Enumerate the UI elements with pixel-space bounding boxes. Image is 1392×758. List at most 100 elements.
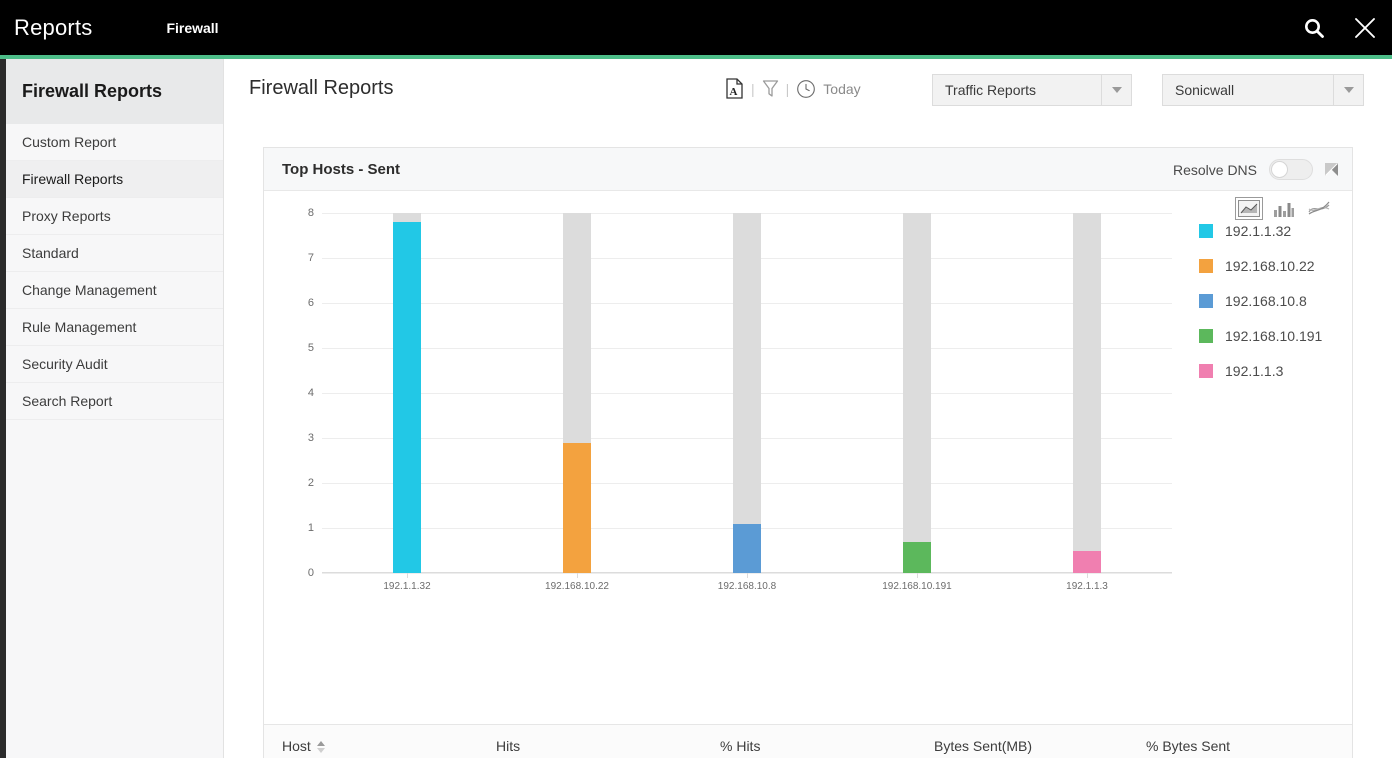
report-card: Top Hosts - Sent Resolve DNS (263, 147, 1353, 758)
close-icon[interactable] (1352, 15, 1378, 41)
report-type-value: Traffic Reports (933, 75, 1101, 105)
legend-label: 192.1.1.3 (1225, 363, 1283, 379)
x-axis-tick-label: 192.168.10.22 (507, 581, 647, 592)
x-axis-tickmark (747, 573, 748, 578)
toggle-knob (1271, 161, 1288, 178)
legend-swatch (1199, 294, 1213, 308)
legend-swatch (1199, 259, 1213, 273)
sidebar-item-firewall-reports[interactable]: Firewall Reports (6, 161, 223, 198)
chart-bar[interactable] (393, 213, 421, 573)
expand-icon[interactable] (1325, 163, 1338, 176)
top-bar: Reports Firewall (0, 0, 1392, 55)
column-label: Bytes Sent(MB) (934, 738, 1032, 754)
resolve-dns-label: Resolve DNS (1173, 162, 1257, 178)
column-label: % Hits (720, 738, 760, 754)
x-axis-tick-label: 192.1.1.32 (337, 581, 477, 592)
legend-label: 192.1.1.32 (1225, 223, 1291, 239)
sidebar-item-rule-management[interactable]: Rule Management (6, 309, 223, 346)
column-header-pct-hits[interactable]: % Hits (702, 725, 916, 758)
sidebar: Firewall Reports Custom Report Firewall … (6, 59, 224, 758)
x-axis-tick-label: 192.168.10.8 (677, 581, 817, 592)
report-card-title: Top Hosts - Sent (282, 161, 400, 178)
y-axis-tick-label: 4 (284, 387, 314, 399)
y-axis-tick-label: 1 (284, 522, 314, 534)
report-card-controls: Resolve DNS (1173, 148, 1338, 191)
x-axis-tick-label: 192.168.10.191 (847, 581, 987, 592)
sidebar-item-label: Custom Report (22, 134, 116, 150)
sidebar-item-label: Change Management (22, 282, 157, 298)
sidebar-item-label: Firewall Reports (22, 171, 123, 187)
chart-legend: 192.1.1.32 192.168.10.22 192.168.10.8 192.1… (1199, 213, 1392, 388)
legend-item[interactable]: 192.1.1.3 (1199, 353, 1392, 388)
search-icon[interactable] (1302, 16, 1326, 40)
chart-bar[interactable] (563, 213, 591, 573)
chart-bar[interactable] (903, 213, 931, 573)
column-header-pct-bytes-sent[interactable]: % Bytes Sent (1128, 725, 1352, 758)
column-header-host[interactable]: Host (264, 725, 478, 758)
legend-item[interactable]: 192.168.10.8 (1199, 283, 1392, 318)
data-table-wrap: Host Hits % Hits Bytes Sent(MB) % Bytes … (264, 724, 1352, 758)
sidebar-item-label: Rule Management (22, 319, 136, 335)
sidebar-item-custom-report[interactable]: Custom Report (6, 124, 223, 161)
chart-bar[interactable] (1073, 213, 1101, 573)
pdf-export-icon[interactable]: A (725, 78, 744, 99)
sidebar-item-proxy-reports[interactable]: Proxy Reports (6, 198, 223, 235)
device-value: Sonicwall (1163, 75, 1333, 105)
sidebar-item-search-report[interactable]: Search Report (6, 383, 223, 420)
chevron-down-icon (1101, 75, 1131, 105)
sidebar-header: Firewall Reports (6, 59, 223, 124)
chart-bar-track (733, 213, 761, 573)
page-header: Firewall Reports A | | (225, 59, 1392, 118)
toolbar-separator: | (751, 81, 755, 97)
legend-item[interactable]: 192.1.1.32 (1199, 213, 1392, 248)
legend-swatch (1199, 224, 1213, 238)
column-label: Hits (496, 738, 520, 754)
column-label: Host (282, 738, 311, 754)
column-header-hits[interactable]: Hits (478, 725, 702, 758)
sidebar-item-label: Standard (22, 245, 79, 261)
main-content: Firewall Reports A | | (225, 59, 1392, 758)
legend-label: 192.168.10.8 (1225, 293, 1307, 309)
module-tab-firewall[interactable]: Firewall (166, 20, 218, 36)
sidebar-item-label: Proxy Reports (22, 208, 111, 224)
sidebar-item-standard[interactable]: Standard (6, 235, 223, 272)
resolve-dns-toggle[interactable] (1269, 159, 1313, 180)
x-axis-tickmark (1087, 573, 1088, 578)
legend-label: 192.168.10.22 (1225, 258, 1315, 274)
device-dropdown[interactable]: Sonicwall (1162, 74, 1364, 106)
sidebar-item-label: Security Audit (22, 356, 108, 372)
plot-area: 012345678192.1.1.32192.168.10.22192.168.… (322, 213, 1172, 573)
clock-icon[interactable] (796, 79, 816, 99)
y-axis-tick-label: 5 (284, 342, 314, 354)
x-axis-tickmark (917, 573, 918, 578)
chart-bar-track (903, 213, 931, 573)
sidebar-item-security-audit[interactable]: Security Audit (6, 346, 223, 383)
report-type-dropdown[interactable]: Traffic Reports (932, 74, 1132, 106)
chart-bar[interactable] (733, 213, 761, 573)
x-axis-tick-label: 192.1.1.3 (1017, 581, 1157, 592)
report-toolbar: A | | Today (725, 59, 861, 118)
chevron-down-icon (1333, 75, 1363, 105)
chart-area: 012345678192.1.1.32192.168.10.22192.168.… (264, 191, 1352, 758)
chart-bar-fill (903, 542, 931, 574)
chart-bar-fill (733, 524, 761, 574)
chart-bar-fill (393, 222, 421, 573)
app-title: Reports (14, 15, 92, 41)
legend-swatch (1199, 364, 1213, 378)
legend-item[interactable]: 192.168.10.22 (1199, 248, 1392, 283)
chart-bar-track (1073, 213, 1101, 573)
page-title: Firewall Reports (249, 77, 393, 100)
legend-label: 192.168.10.191 (1225, 328, 1322, 344)
table-head: Host Hits % Hits Bytes Sent(MB) % Bytes … (264, 725, 1352, 758)
column-header-bytes-sent[interactable]: Bytes Sent(MB) (916, 725, 1128, 758)
y-axis-tick-label: 0 (284, 567, 314, 579)
legend-item[interactable]: 192.168.10.191 (1199, 318, 1392, 353)
period-label[interactable]: Today (823, 81, 860, 97)
toolbar-separator: | (786, 81, 790, 97)
report-card-header: Top Hosts - Sent Resolve DNS (264, 148, 1352, 191)
chart-bar-fill (563, 443, 591, 573)
y-axis-tick-label: 6 (284, 297, 314, 309)
sidebar-item-change-management[interactable]: Change Management (6, 272, 223, 309)
y-axis-tick-label: 8 (284, 207, 314, 219)
filter-icon[interactable] (762, 79, 779, 99)
